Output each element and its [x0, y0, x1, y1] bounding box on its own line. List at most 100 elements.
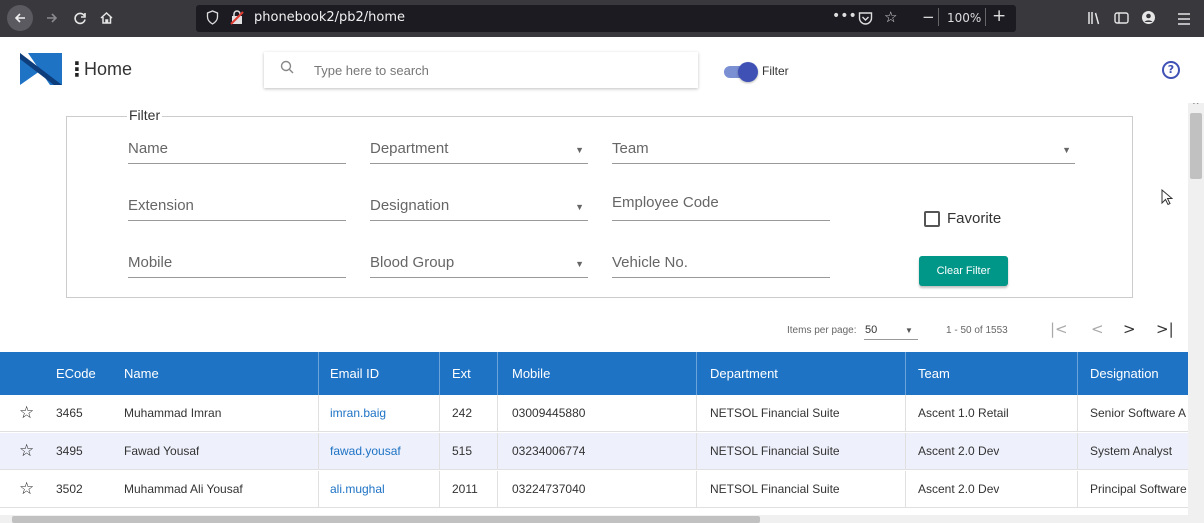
column-header-designation[interactable]: Designation [1090, 366, 1159, 381]
clear-filter-button[interactable]: Clear Filter [919, 256, 1008, 286]
vehicle-no-field[interactable]: Vehicle No. [612, 248, 830, 278]
cell-team: Ascent 1.0 Retail [918, 406, 1009, 420]
chevron-down-icon: ▼ [905, 326, 913, 335]
column-header-team[interactable]: Team [918, 366, 950, 381]
team-select-label: Team [612, 140, 649, 157]
blood-group-select[interactable]: Blood Group ▼ [370, 248, 588, 278]
vehicle-no-field-label: Vehicle No. [612, 254, 688, 271]
main-content: Filter Name Department ▼ Team ▼ Extensio… [0, 103, 1204, 523]
url-text: phonebook2/pb2/home [254, 10, 406, 25]
column-divider [318, 433, 319, 470]
cell-name: Muhammad Ali Yousaf [124, 482, 243, 496]
cell-email-link[interactable]: ali.mughal [330, 482, 385, 496]
column-header-mobile[interactable]: Mobile [512, 366, 550, 381]
column-divider [439, 433, 440, 470]
favorite-checkbox[interactable] [924, 211, 940, 227]
search-box[interactable] [264, 52, 698, 88]
url-bar[interactable]: phonebook2/pb2/home ••• ☆ − 100% + [196, 5, 1016, 32]
hamburger-menu-icon[interactable] [1177, 10, 1191, 29]
favorite-star-icon[interactable]: ☆ [19, 479, 34, 499]
column-header-ecode[interactable]: ECode [56, 366, 96, 381]
company-logo [20, 53, 62, 85]
column-header-name[interactable]: Name [124, 366, 159, 381]
column-divider [1077, 433, 1078, 470]
column-divider [1077, 471, 1078, 508]
chevron-down-icon: ▼ [575, 202, 584, 212]
zoom-level[interactable]: 100% [947, 11, 981, 25]
cell-department: NETSOL Financial Suite [710, 406, 840, 420]
home-button[interactable] [96, 6, 116, 30]
department-select[interactable]: Department ▼ [370, 134, 588, 164]
help-icon[interactable]: ? [1162, 61, 1180, 79]
cell-mobile: 03234006774 [512, 444, 586, 458]
column-divider [439, 471, 440, 508]
first-page-button[interactable]: |< [1050, 320, 1068, 338]
column-divider [497, 352, 498, 395]
sidebar-icon[interactable] [1114, 10, 1129, 29]
favorite-star-icon[interactable]: ☆ [19, 403, 34, 423]
horizontal-scrollbar-thumb[interactable] [12, 516, 760, 523]
column-header-department[interactable]: Department [710, 366, 778, 381]
page-actions-icon[interactable]: ••• [832, 8, 857, 24]
account-icon[interactable] [1141, 10, 1156, 29]
forward-button[interactable] [42, 6, 62, 30]
cell-email-link[interactable]: imran.baig [330, 406, 386, 420]
chevron-down-icon: ▼ [1062, 145, 1071, 155]
cell-ecode: 3495 [56, 444, 83, 458]
search-input[interactable] [314, 58, 684, 82]
cell-designation: System Analyst [1090, 444, 1173, 458]
table-row[interactable]: ☆ 3495 Fawad Yousaf fawad.yousaf 515 032… [0, 433, 1188, 470]
cell-designation: Senior Software A [1090, 406, 1187, 420]
page-title: Home [84, 59, 133, 79]
column-divider [439, 395, 440, 432]
pocket-icon[interactable] [858, 10, 873, 29]
extension-field[interactable]: Extension [128, 191, 346, 221]
reload-button[interactable] [70, 6, 90, 30]
search-icon [280, 60, 294, 78]
mouse-cursor-icon [1161, 189, 1173, 206]
back-button[interactable] [7, 5, 33, 31]
zoom-in-button[interactable]: + [992, 6, 1006, 26]
last-page-button[interactable]: >| [1156, 320, 1174, 338]
scroll-up-arrow-icon[interactable]: ^ [1192, 103, 1200, 111]
cell-ecode: 3502 [56, 482, 83, 496]
bookmark-star-icon[interactable]: ☆ [884, 8, 897, 26]
name-field-label: Name [128, 140, 169, 157]
column-divider [318, 471, 319, 508]
filter-toggle[interactable] [738, 62, 758, 82]
app-header: ⋮ Home Filter ? [0, 37, 1204, 103]
employee-code-field[interactable]: Employee Code [612, 191, 830, 221]
column-divider [696, 471, 697, 508]
favorite-star-icon[interactable]: ☆ [19, 441, 34, 461]
mobile-field[interactable]: Mobile [128, 248, 346, 278]
cell-email-link[interactable]: fawad.yousaf [330, 444, 401, 458]
column-header-ext[interactable]: Ext [452, 366, 471, 381]
library-icon[interactable] [1087, 10, 1103, 29]
items-per-page-label: Items per page: [787, 325, 857, 336]
column-divider [497, 433, 498, 470]
column-divider [905, 433, 906, 470]
cell-department: NETSOL Financial Suite [710, 444, 840, 458]
insecure-lock-icon [230, 10, 244, 29]
designation-select[interactable]: Designation ▼ [370, 191, 588, 221]
cell-name: Muhammad Imran [124, 406, 222, 420]
shield-icon [206, 10, 219, 29]
arrow-left-icon [14, 13, 25, 23]
team-select[interactable]: Team ▼ [612, 134, 1075, 164]
prev-page-button[interactable]: < [1091, 320, 1104, 338]
vertical-scrollbar-thumb[interactable] [1190, 113, 1202, 179]
table-row[interactable]: ☆ 3502 Muhammad Ali Yousaf ali.mughal 20… [0, 471, 1188, 508]
column-divider [1077, 395, 1078, 432]
table-row[interactable]: ☆ 3465 Muhammad Imran imran.baig 242 030… [0, 395, 1188, 432]
name-field[interactable]: Name [128, 134, 346, 164]
zoom-out-button[interactable]: − [922, 8, 935, 26]
cell-ecode: 3465 [56, 406, 83, 420]
cell-ext: 515 [452, 444, 473, 458]
arrow-right-icon [47, 13, 58, 23]
cell-team: Ascent 2.0 Dev [918, 482, 1000, 496]
next-page-button[interactable]: > [1123, 320, 1136, 338]
column-header-email[interactable]: Email ID [330, 366, 379, 381]
column-divider [497, 471, 498, 508]
column-divider [1077, 352, 1078, 395]
reload-icon [74, 12, 86, 25]
